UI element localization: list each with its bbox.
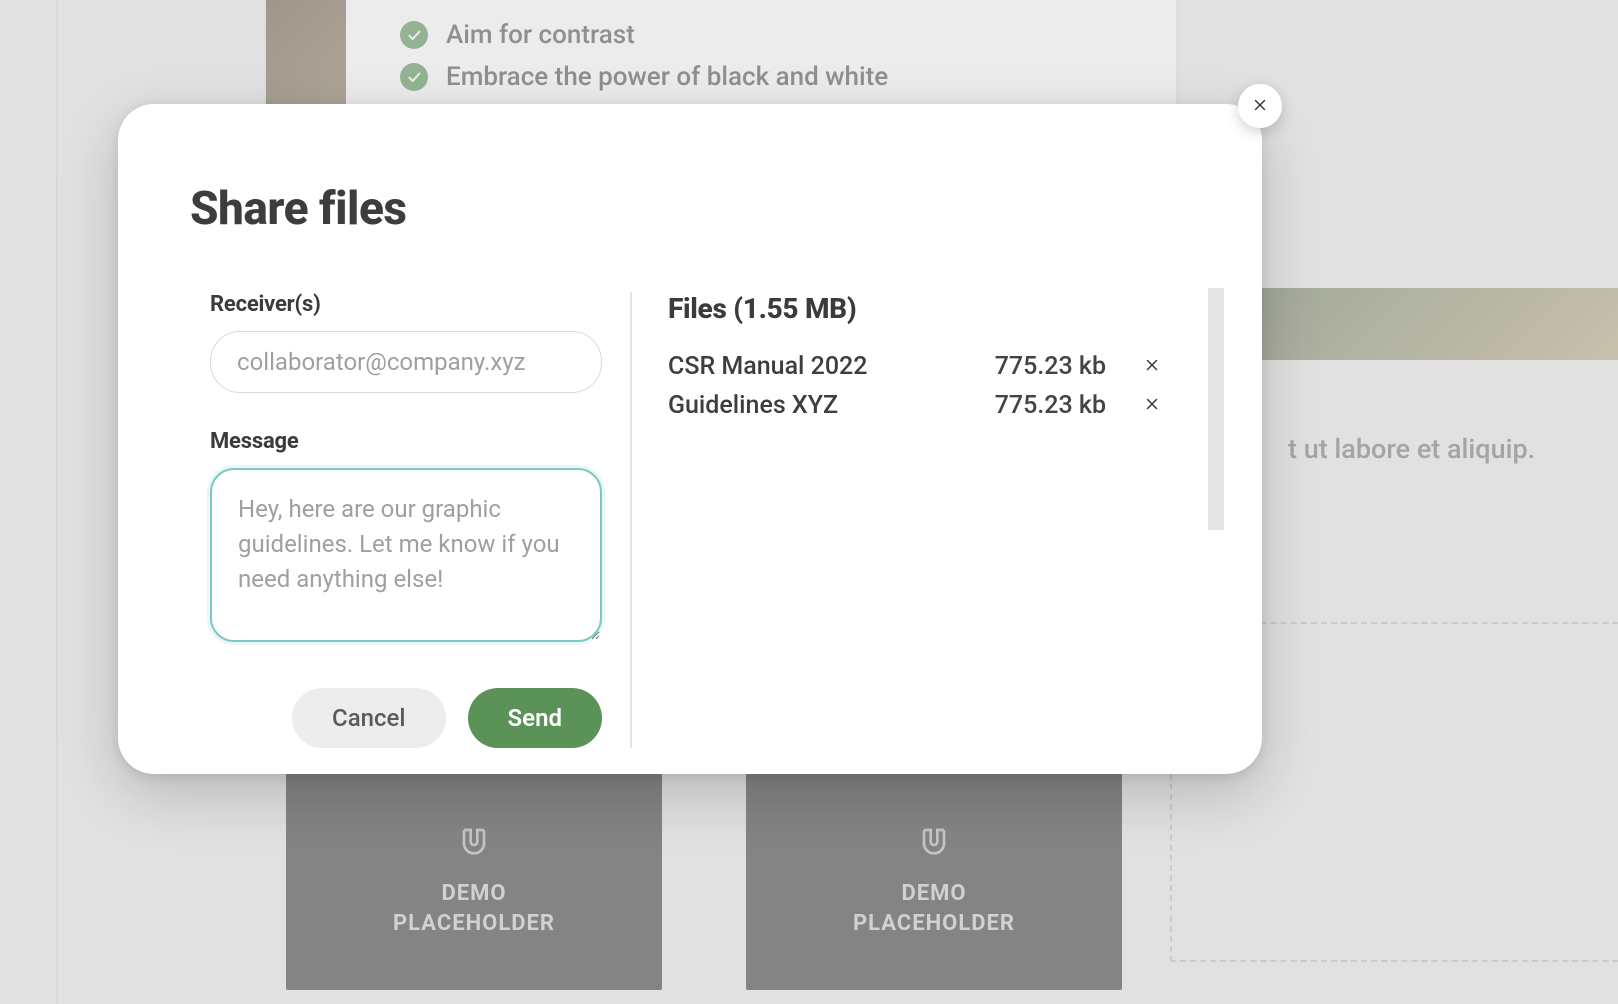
file-row: Guidelines XYZ 775.23 kb [668, 386, 1166, 425]
scrollbar[interactable] [1208, 288, 1224, 530]
file-name: CSR Manual 2022 [668, 352, 975, 381]
file-name: Guidelines XYZ [668, 391, 975, 420]
modal-title: Share files [190, 182, 1166, 236]
send-button[interactable]: Send [468, 688, 602, 748]
form-column: Receiver(s) Message Cancel Send [190, 292, 630, 748]
message-label: Message [210, 429, 602, 454]
message-textarea[interactable] [210, 468, 602, 642]
receivers-label: Receiver(s) [210, 292, 602, 317]
file-size: 775.23 kb [995, 391, 1118, 420]
cancel-button[interactable]: Cancel [292, 688, 445, 748]
files-column: Files (1.55 MB) CSR Manual 2022 775.23 k… [632, 292, 1166, 748]
close-button[interactable] [1238, 84, 1282, 128]
files-total-size: 1.55 MB [743, 292, 847, 325]
file-size: 775.23 kb [995, 352, 1118, 381]
receivers-input[interactable] [210, 331, 602, 393]
share-files-modal: Share files Receiver(s) Message Cancel S… [118, 104, 1262, 774]
close-icon [1251, 96, 1269, 117]
close-icon [1143, 356, 1161, 377]
files-header-label: Files [668, 292, 727, 325]
file-row: CSR Manual 2022 775.23 kb [668, 347, 1166, 386]
remove-file-button[interactable] [1138, 353, 1166, 381]
files-header: Files (1.55 MB) [668, 292, 1166, 325]
remove-file-button[interactable] [1138, 392, 1166, 420]
close-icon [1143, 395, 1161, 416]
